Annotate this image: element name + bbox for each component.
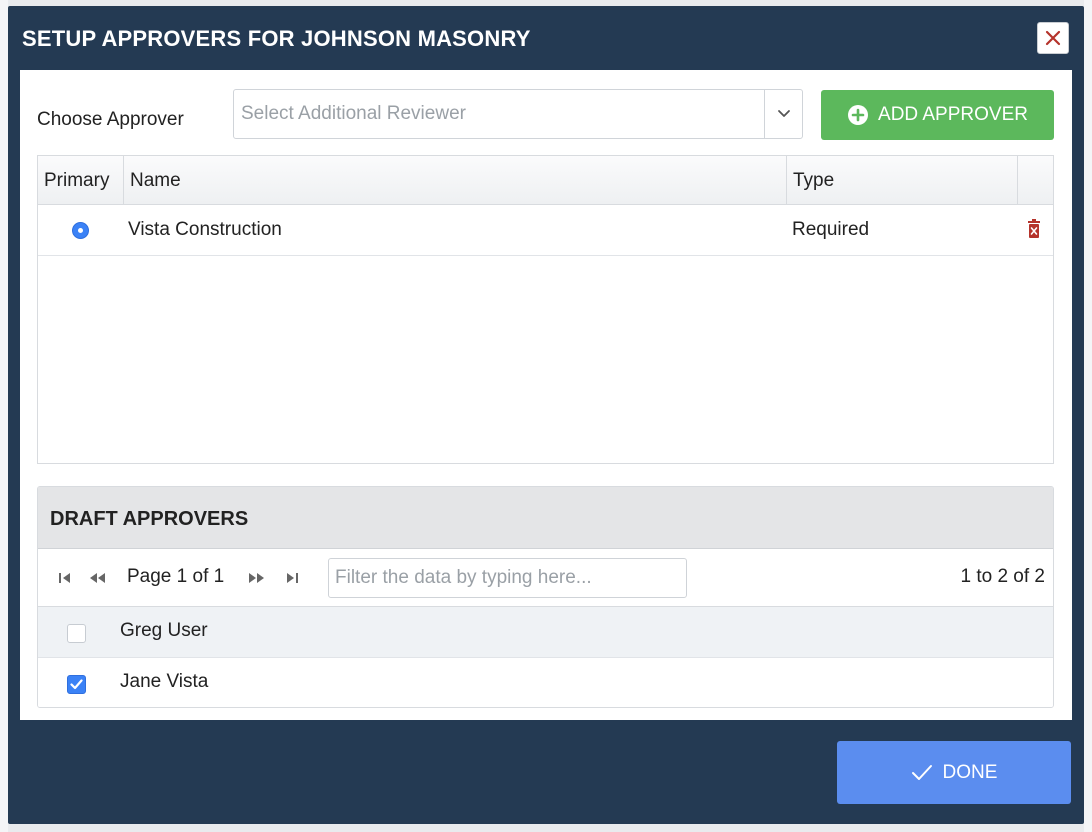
background-right-edge bbox=[1084, 0, 1092, 832]
draft-approver-checkbox[interactable] bbox=[67, 624, 86, 643]
approver-name: Vista Construction bbox=[128, 219, 282, 240]
approvers-table-header: Primary Name Type bbox=[38, 156, 1053, 205]
column-header-name[interactable]: Name bbox=[124, 156, 784, 204]
done-button[interactable]: DONE bbox=[837, 741, 1071, 804]
table-row: Vista Construction Required bbox=[38, 205, 1053, 256]
column-header-type[interactable]: Type bbox=[787, 156, 1017, 204]
first-page-icon[interactable] bbox=[58, 572, 71, 584]
list-item[interactable]: Greg User bbox=[38, 607, 1053, 658]
checkmark-icon bbox=[70, 679, 83, 690]
approver-select-placeholder: Select Additional Reviewer bbox=[241, 103, 466, 124]
draft-approvers-title: DRAFT APPROVERS bbox=[50, 508, 249, 530]
previous-page-icon[interactable] bbox=[88, 572, 106, 584]
add-approver-button[interactable]: ADD APPROVER bbox=[821, 90, 1054, 140]
approver-type: Required bbox=[792, 219, 870, 240]
draft-approvers-panel: DRAFT APPROVERS Page 1 of 1 Filter the d… bbox=[37, 486, 1054, 708]
chevron-down-icon bbox=[778, 110, 790, 117]
draft-approver-name: Greg User bbox=[120, 620, 208, 641]
trash-icon bbox=[1028, 219, 1040, 238]
record-range: 1 to 2 of 2 bbox=[960, 566, 1045, 587]
column-header-primary[interactable]: Primary bbox=[38, 156, 123, 204]
page-indicator: Page 1 of 1 bbox=[127, 566, 225, 587]
setup-approvers-modal: SETUP APPROVERS FOR JOHNSON MASONRY Choo… bbox=[8, 6, 1084, 824]
last-page-icon[interactable] bbox=[286, 572, 299, 584]
modal-title: SETUP APPROVERS FOR JOHNSON MASONRY bbox=[22, 26, 531, 51]
list-item[interactable]: Jane Vista bbox=[38, 658, 1053, 707]
background-left-edge bbox=[0, 0, 8, 832]
plus-circle-icon bbox=[848, 105, 869, 125]
filter-input[interactable] bbox=[328, 558, 687, 598]
approver-select[interactable]: Select Additional Reviewer bbox=[233, 89, 803, 139]
column-divider bbox=[1017, 156, 1018, 204]
draft-approver-name: Jane Vista bbox=[120, 671, 209, 692]
approvers-table: Primary Name Type Vista Construction Req… bbox=[37, 155, 1054, 464]
pager-bar: Page 1 of 1 1 to 2 of 2 bbox=[38, 549, 1053, 607]
add-approver-label: ADD APPROVER bbox=[878, 104, 1028, 125]
modal-body: Choose Approver Select Additional Review… bbox=[20, 70, 1072, 720]
done-label: DONE bbox=[942, 761, 998, 783]
next-page-icon[interactable] bbox=[248, 572, 266, 584]
draft-approver-checkbox[interactable] bbox=[67, 675, 86, 694]
delete-approver-button[interactable] bbox=[1027, 219, 1047, 241]
choose-approver-label: Choose Approver bbox=[37, 109, 184, 130]
close-button[interactable] bbox=[1037, 22, 1069, 54]
select-dropdown-toggle[interactable] bbox=[765, 90, 803, 138]
draft-approvers-header: DRAFT APPROVERS bbox=[38, 487, 1053, 549]
checkmark-icon bbox=[911, 764, 932, 780]
primary-radio[interactable] bbox=[72, 222, 89, 239]
close-icon bbox=[1045, 30, 1061, 46]
